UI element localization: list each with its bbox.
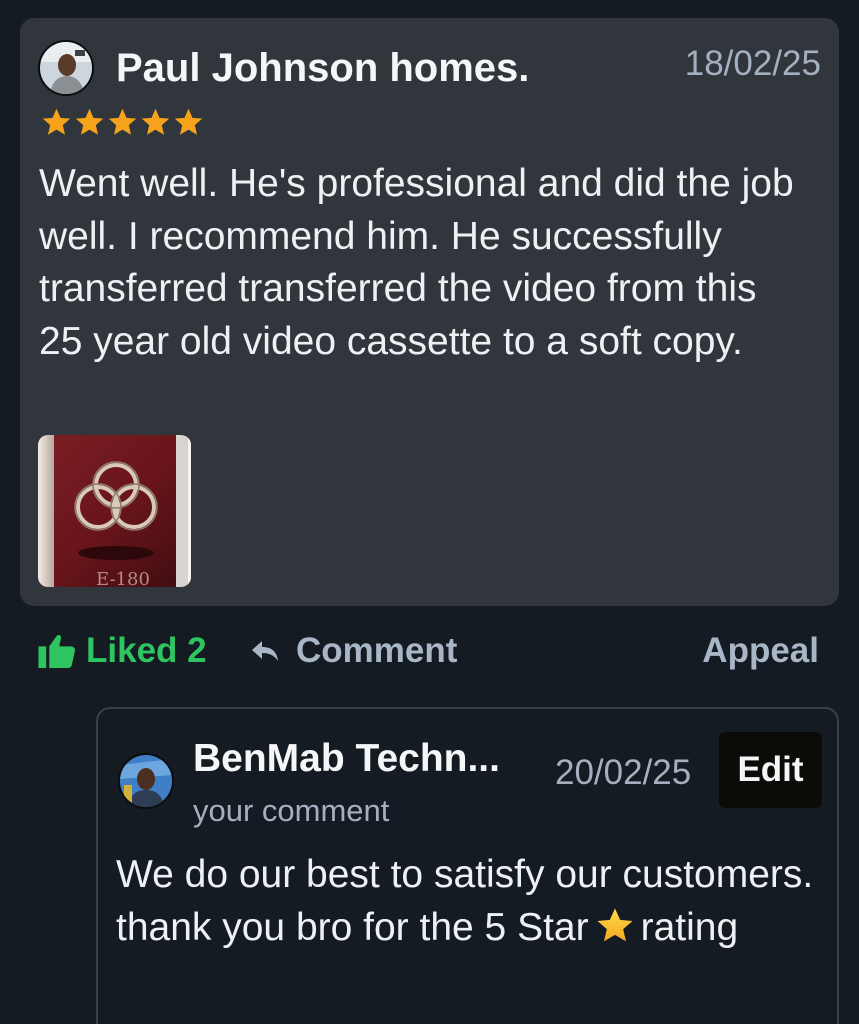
user-avatar-photo-icon: [40, 42, 92, 94]
reply-date: 20/02/25: [555, 753, 692, 792]
star-icon: [141, 108, 170, 135]
edit-button[interactable]: Edit: [719, 732, 822, 808]
business-avatar-photo-icon: [120, 755, 172, 807]
thumbs-up-icon: [38, 634, 76, 668]
reply-text: We do our best to satisfy our customers.…: [116, 849, 816, 954]
reviewer-name[interactable]: Paul Johnson homes.: [116, 46, 529, 91]
star-rating: [40, 106, 205, 146]
video-cassette-photo-icon: E-180: [38, 435, 191, 587]
business-name[interactable]: BenMab Techn...: [193, 737, 500, 781]
star-icon: [75, 108, 104, 135]
review-card: Paul Johnson homes. 18/02/25 Went well. …: [20, 18, 839, 606]
review-date: 18/02/25: [684, 44, 821, 83]
svg-text:E-180: E-180: [96, 569, 150, 587]
review-screen: Paul Johnson homes. 18/02/25 Went well. …: [0, 0, 859, 1024]
star-icon: [42, 108, 71, 135]
like-label: Liked 2: [86, 631, 207, 670]
business-reply-card: BenMab Techn... your comment 20/02/25 Ed…: [96, 707, 839, 1024]
like-button[interactable]: Liked 2: [38, 630, 207, 672]
comment-button[interactable]: Comment: [250, 630, 457, 672]
review-text: Went well. He's professional and did the…: [39, 162, 794, 363]
review-actions: Liked 2 Comment Appeal: [0, 620, 859, 682]
star-icon: [108, 108, 137, 135]
reply-arrow-icon: [252, 641, 278, 661]
star-emoji-icon: [597, 908, 633, 941]
business-avatar[interactable]: [118, 753, 174, 809]
reply-text-end: rating: [640, 905, 739, 949]
reviewer-avatar[interactable]: [38, 40, 94, 96]
star-icon: [174, 108, 203, 135]
appeal-button[interactable]: Appeal: [702, 630, 819, 672]
review-photo[interactable]: E-180: [38, 435, 191, 587]
your-comment-label: your comment: [193, 793, 390, 828]
comment-label: Comment: [296, 631, 458, 670]
